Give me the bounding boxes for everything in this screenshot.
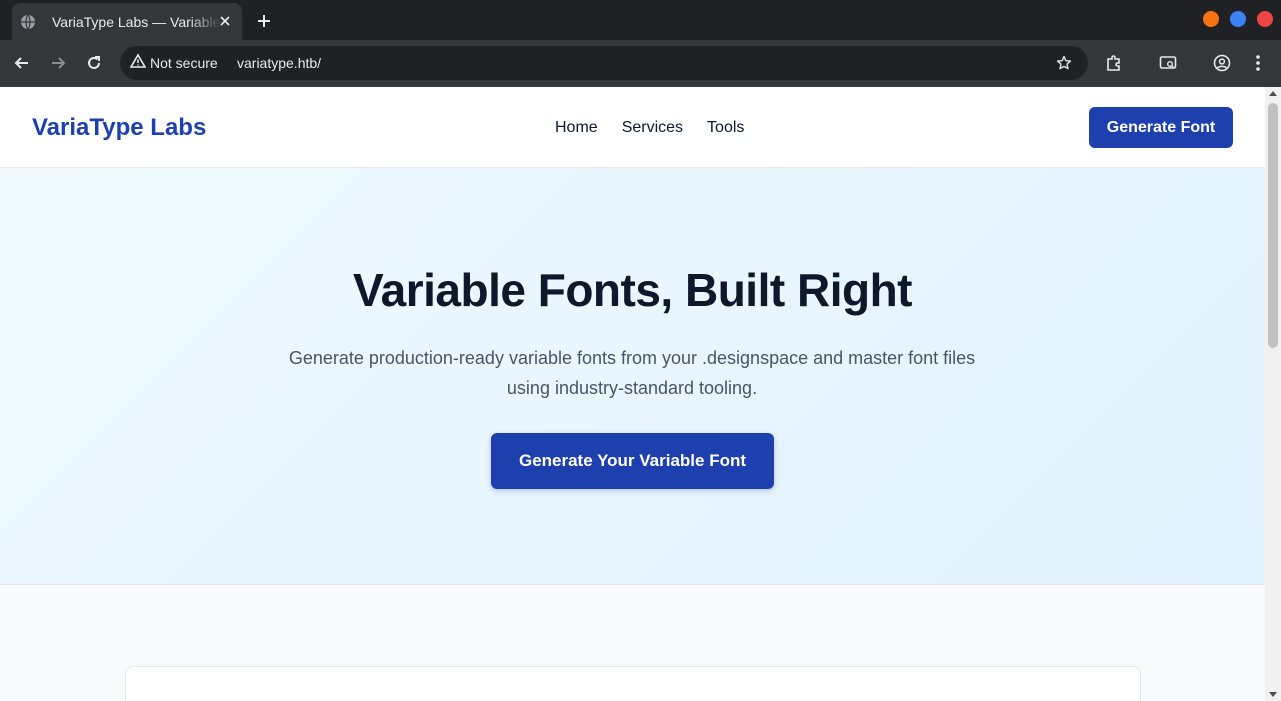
generate-font-button[interactable]: Generate Font xyxy=(1089,107,1233,148)
new-tab-icon[interactable] xyxy=(252,9,276,33)
close-tab-icon[interactable] xyxy=(216,12,234,30)
address-bar[interactable]: Not secure variatype.htb/ xyxy=(120,46,1088,80)
nav-home[interactable]: Home xyxy=(555,119,598,137)
page-scrollbar[interactable] xyxy=(1265,87,1281,701)
site-header: VariaType Labs Home Services Tools Gener… xyxy=(0,87,1265,168)
window-close-button[interactable] xyxy=(1257,11,1273,27)
security-indicator[interactable]: Not secure xyxy=(129,46,218,80)
security-label: Not secure xyxy=(150,55,218,71)
bookmark-star-icon[interactable] xyxy=(1052,51,1076,75)
browser-toolbar: Not secure variatype.htb/ xyxy=(0,40,1281,87)
window-maximize-button[interactable] xyxy=(1230,11,1246,27)
tab-search-icon[interactable] xyxy=(1156,51,1180,75)
scrollbar-thumb[interactable] xyxy=(1268,103,1278,348)
hero-title: Variable Fonts, Built Right xyxy=(353,264,912,316)
globe-icon xyxy=(20,14,36,30)
profile-avatar-icon[interactable] xyxy=(1210,51,1234,75)
generate-variable-font-button[interactable]: Generate Your Variable Font xyxy=(491,433,774,489)
hero-section: Variable Fonts, Built Right Generate pro… xyxy=(0,168,1265,585)
back-arrow-icon[interactable] xyxy=(10,51,34,75)
extensions-puzzle-icon[interactable] xyxy=(1102,51,1126,75)
nav-services[interactable]: Services xyxy=(622,119,683,137)
window-minimize-button[interactable] xyxy=(1203,11,1219,27)
scroll-down-arrow-icon[interactable] xyxy=(1269,692,1277,697)
main-nav: Home Services Tools xyxy=(555,87,768,168)
reload-icon[interactable] xyxy=(82,51,106,75)
content-card xyxy=(125,666,1141,701)
forward-arrow-icon[interactable] xyxy=(46,51,70,75)
hero-subtitle: Generate production-ready variable fonts… xyxy=(288,348,976,398)
scroll-up-arrow-icon[interactable] xyxy=(1269,91,1277,96)
page-viewport: VariaType Labs Home Services Tools Gener… xyxy=(0,87,1265,701)
site-logo[interactable]: VariaType Labs xyxy=(32,87,206,168)
tab-title: VariaType Labs — Variable Font Generator xyxy=(52,13,222,30)
menu-kebab-icon[interactable] xyxy=(1246,51,1270,75)
warning-icon xyxy=(129,52,147,74)
url-text[interactable]: variatype.htb/ xyxy=(237,46,321,80)
browser-tab[interactable]: VariaType Labs — Variable Font Generator xyxy=(12,3,242,40)
browser-tab-strip: VariaType Labs — Variable Font Generator xyxy=(0,0,1281,40)
nav-tools[interactable]: Tools xyxy=(707,119,744,137)
